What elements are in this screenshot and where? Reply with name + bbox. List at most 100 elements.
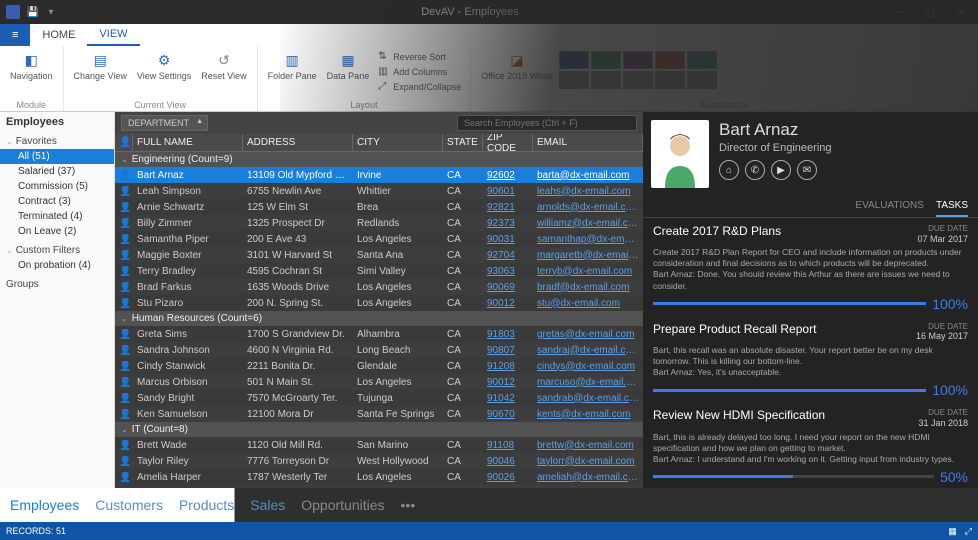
- table-row[interactable]: 👤Arnie Schwartz125 W Elm StBreaCA92821ar…: [115, 199, 643, 215]
- sidebar-item[interactable]: Salaried (37): [0, 164, 114, 179]
- person-icon: 👤: [115, 250, 133, 261]
- color-swatch[interactable]: [687, 71, 717, 89]
- home-icon[interactable]: ⌂: [719, 160, 739, 180]
- status-view-icon[interactable]: ▦: [948, 526, 957, 537]
- table-row[interactable]: 👤Maggie Boxter3101 W Harvard StSanta Ana…: [115, 247, 643, 263]
- task-item[interactable]: Review New HDMI SpecificationDUE DATE31 …: [653, 408, 968, 485]
- nav-sales[interactable]: Sales: [250, 497, 285, 513]
- data-pane-button[interactable]: ▦Data Pane: [323, 48, 374, 99]
- sidebar-item[interactable]: Commission (5): [0, 179, 114, 194]
- color-swatch[interactable]: [591, 51, 621, 69]
- sidebar-item[interactable]: All (51): [0, 149, 114, 164]
- detail-panel: Bart Arnaz Director of Engineering ⌂ ✆ ▶…: [643, 112, 978, 488]
- custom-filters-toggle[interactable]: ⌄Custom Filters: [0, 243, 114, 258]
- folder-pane-button[interactable]: ▥Folder Pane: [264, 48, 321, 99]
- person-icon: 👤: [115, 409, 133, 420]
- table-row[interactable]: 👤Samantha Piper200 E Ave 43Los AngelesCA…: [115, 231, 643, 247]
- window-title: DevAV - Employees: [58, 6, 882, 18]
- color-swatch[interactable]: [591, 71, 621, 89]
- color-swatch[interactable]: [687, 51, 717, 69]
- table-row[interactable]: 👤Cindy Stanwick2211 Bonita Dr.GlendaleCA…: [115, 358, 643, 374]
- phone-icon[interactable]: ✆: [745, 160, 765, 180]
- favorites-toggle[interactable]: ⌄Favorites: [0, 134, 114, 149]
- table-row[interactable]: 👤Stu Pizaro200 N. Spring St.Los AngelesC…: [115, 295, 643, 311]
- maximize-button[interactable]: ▢: [914, 0, 946, 24]
- nav-more[interactable]: •••: [401, 497, 416, 513]
- tab-tasks[interactable]: TASKS: [936, 196, 968, 217]
- color-swatch[interactable]: [655, 51, 685, 69]
- reset-view-button[interactable]: ↺Reset View: [197, 48, 250, 99]
- sidebar-item[interactable]: On Leave (2): [0, 224, 114, 239]
- navigation-button[interactable]: ◧ Navigation: [6, 48, 57, 99]
- table-row[interactable]: 👤Bart Arnaz13109 Old Mypford Rd.IrvineCA…: [115, 167, 643, 183]
- col-icon[interactable]: 👤: [115, 134, 133, 151]
- sidebar-item[interactable]: Terminated (4): [0, 209, 114, 224]
- person-icon: 👤: [115, 234, 133, 245]
- table-row[interactable]: 👤Sandra Johnson4600 N Virginia Rd.Long B…: [115, 342, 643, 358]
- col-zip[interactable]: ZIP CODE: [483, 134, 533, 151]
- table-row[interactable]: 👤Terry Bradley4595 Cochran StSimi Valley…: [115, 263, 643, 279]
- color-swatch[interactable]: [559, 71, 589, 89]
- group-row[interactable]: ⌄Engineering (Count=9): [115, 152, 643, 167]
- table-row[interactable]: 👤Brett Wade1120 Old Mill Rd.San MarinoCA…: [115, 437, 643, 453]
- nav-employees[interactable]: Employees: [10, 497, 79, 513]
- color-swatch[interactable]: [623, 71, 653, 89]
- sidebar-item[interactable]: Contract (3): [0, 194, 114, 209]
- task-item[interactable]: Prepare Product Recall ReportDUE DATE16 …: [653, 322, 968, 399]
- nav-products[interactable]: Products: [179, 497, 234, 513]
- qat-dropdown-icon[interactable]: ▾: [44, 5, 58, 19]
- group-row[interactable]: ⌄IT (Count=8): [115, 422, 643, 437]
- qat-save-icon[interactable]: 💾: [26, 5, 40, 19]
- minimize-button[interactable]: —: [882, 0, 914, 24]
- table-row[interactable]: 👤Leah Simpson6755 Newlin AveWhittierCA90…: [115, 183, 643, 199]
- tab-evaluations[interactable]: EVALUATIONS: [855, 196, 924, 217]
- color-swatch[interactable]: [655, 71, 685, 89]
- table-row[interactable]: 👤Greta Sims1700 S Grandview Dr.AlhambraC…: [115, 326, 643, 342]
- change-view-button[interactable]: ▤Change View: [70, 48, 131, 99]
- person-icon: 👤: [115, 361, 133, 372]
- groups-toggle[interactable]: Groups: [0, 277, 114, 292]
- table-row[interactable]: 👤Ken Samuelson12100 Mora DrSanta Fe Spri…: [115, 406, 643, 422]
- nav-opportunities[interactable]: Opportunities: [301, 497, 384, 513]
- table-row[interactable]: 👤Taylor Riley7776 Torreyson DrWest Holly…: [115, 453, 643, 469]
- table-row[interactable]: 👤Brad Farkus1635 Woods DriveLos AngelesC…: [115, 279, 643, 295]
- expand-collapse-button[interactable]: ⤢Expand/Collapse: [375, 80, 464, 94]
- tab-view[interactable]: VIEW: [87, 24, 139, 46]
- nav-customers[interactable]: Customers: [95, 497, 163, 513]
- mail-icon[interactable]: ✉: [797, 160, 817, 180]
- sidebar-item[interactable]: On probation (4): [0, 258, 114, 273]
- video-icon[interactable]: ▶: [771, 160, 791, 180]
- color-swatch[interactable]: [559, 51, 589, 69]
- color-swatch[interactable]: [623, 51, 653, 69]
- department-dropdown[interactable]: DEPARTMENT: [121, 115, 208, 131]
- person-icon: 👤: [115, 282, 133, 293]
- person-icon: 👤: [115, 472, 133, 483]
- view-settings-button[interactable]: ⚙View Settings: [133, 48, 195, 99]
- file-tab[interactable]: ≡: [0, 24, 30, 46]
- col-address[interactable]: ADDRESS: [243, 134, 353, 151]
- table-row[interactable]: 👤Sandy Bright7570 McGroarty Ter.TujungaC…: [115, 390, 643, 406]
- close-button[interactable]: ✕: [946, 0, 978, 24]
- group-row[interactable]: ⌄Human Resources (Count=6): [115, 311, 643, 326]
- reverse-sort-button[interactable]: ⇅Reverse Sort: [375, 50, 464, 64]
- table-row[interactable]: 👤Billy Zimmer1325 Prospect DrRedlandsCA9…: [115, 215, 643, 231]
- col-email[interactable]: EMAIL: [533, 134, 643, 151]
- add-columns-button[interactable]: ▥Add Columns: [375, 65, 464, 79]
- office-theme-button[interactable]: ◪Office 2019 White: [477, 48, 556, 99]
- sidebar: Employees ⌄Favorites All (51)Salaried (3…: [0, 112, 115, 488]
- chevron-down-icon: ⌄: [121, 314, 128, 323]
- chevron-down-icon: ⌄: [121, 425, 128, 434]
- table-row[interactable]: 👤Marcus Orbison501 N Main St.Los Angeles…: [115, 374, 643, 390]
- tab-home[interactable]: HOME: [30, 24, 87, 46]
- group-label-module: Module: [6, 99, 57, 111]
- col-fullname[interactable]: FULL NAME: [133, 134, 243, 151]
- table-row[interactable]: 👤Amelia Harper1787 Westerly TerLos Angel…: [115, 469, 643, 485]
- person-icon: 👤: [115, 393, 133, 404]
- task-item[interactable]: Create 2017 R&D PlansDUE DATE07 Mar 2017…: [653, 224, 968, 312]
- status-zoom-icon[interactable]: ⤢: [965, 526, 972, 537]
- person-icon: 👤: [115, 218, 133, 229]
- chevron-down-icon: ⌄: [6, 246, 13, 255]
- col-state[interactable]: STATE: [443, 134, 483, 151]
- search-input[interactable]: [457, 115, 637, 131]
- col-city[interactable]: CITY: [353, 134, 443, 151]
